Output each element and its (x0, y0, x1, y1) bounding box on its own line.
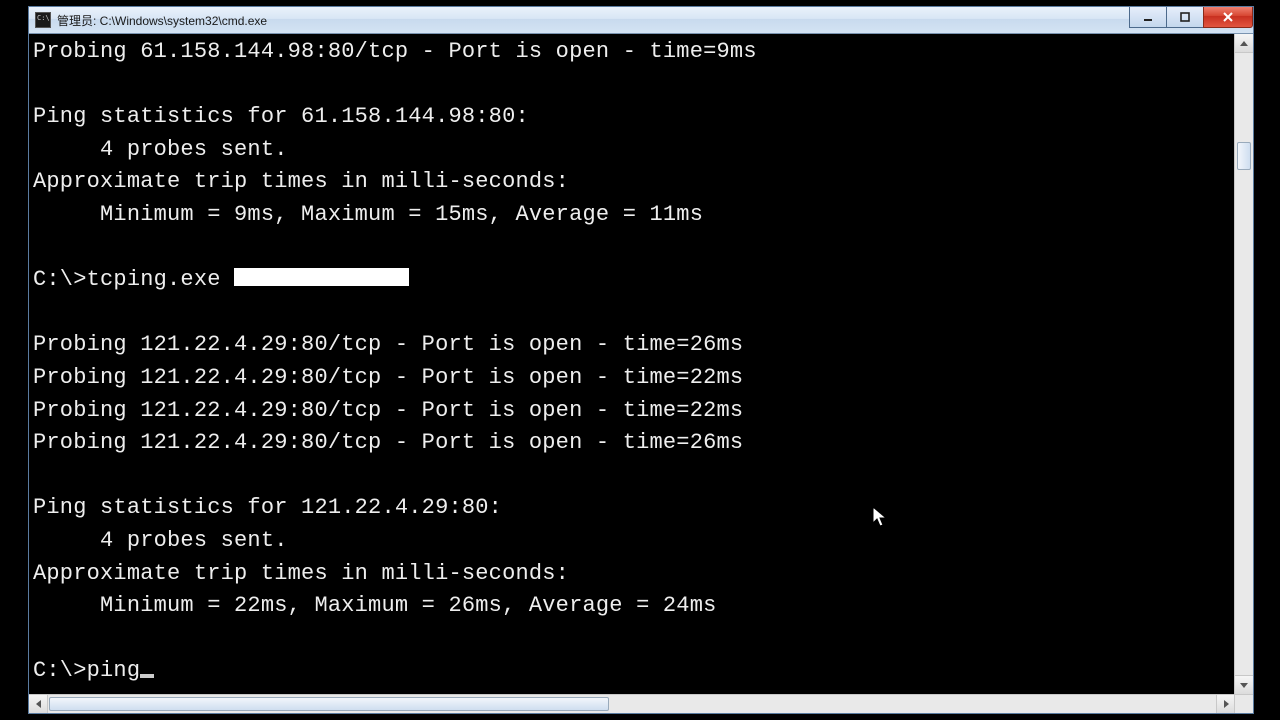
close-button[interactable] (1203, 7, 1253, 28)
prompt-line: C:\>ping (33, 658, 154, 683)
window-title: 管理员: C:\Windows\system32\cmd.exe (57, 12, 267, 29)
vertical-scrollbar[interactable] (1234, 34, 1253, 694)
line: Probing 61.158.144.98:80/tcp - Port is o… (33, 39, 757, 64)
scrollbar-corner (1234, 694, 1253, 713)
line: 4 probes sent. (33, 528, 288, 553)
cmd-window: 管理员: C:\Windows\system32\cmd.exe Probing… (28, 6, 1254, 714)
redacted-host (234, 268, 409, 286)
line: Probing 121.22.4.29:80/tcp - Port is ope… (33, 365, 743, 390)
line: Approximate trip times in milli-seconds: (33, 561, 569, 586)
vertical-scroll-thumb[interactable] (1237, 142, 1251, 170)
line: 4 probes sent. (33, 137, 288, 162)
scroll-right-button[interactable] (1216, 695, 1235, 713)
chevron-down-icon (1240, 683, 1248, 688)
line: Ping statistics for 121.22.4.29:80: (33, 495, 502, 520)
chevron-up-icon (1240, 41, 1248, 46)
horizontal-scrollbar[interactable] (29, 694, 1235, 713)
chevron-right-icon (1224, 700, 1229, 708)
minimize-button[interactable] (1129, 7, 1167, 28)
prompt-text: C:\>ping (33, 658, 140, 683)
line: Approximate trip times in milli-seconds: (33, 169, 569, 194)
scroll-up-button[interactable] (1235, 34, 1253, 53)
line: Probing 121.22.4.29:80/tcp - Port is ope… (33, 430, 743, 455)
maximize-icon (1180, 12, 1190, 22)
terminal-output[interactable]: Probing 61.158.144.98:80/tcp - Port is o… (29, 34, 1234, 694)
line: Ping statistics for 61.158.144.98:80: (33, 104, 529, 129)
horizontal-scroll-thumb[interactable] (49, 697, 609, 711)
window-buttons (1130, 7, 1253, 28)
line: Minimum = 9ms, Maximum = 15ms, Average =… (33, 202, 703, 227)
minimize-icon (1143, 12, 1153, 22)
cmd-icon (35, 12, 51, 28)
chevron-left-icon (36, 700, 41, 708)
console-area: Probing 61.158.144.98:80/tcp - Port is o… (29, 34, 1253, 694)
prompt-line: C:\>tcping.exe (33, 267, 409, 292)
line: Minimum = 22ms, Maximum = 26ms, Average … (33, 593, 717, 618)
maximize-button[interactable] (1166, 7, 1204, 28)
scroll-left-button[interactable] (29, 695, 48, 713)
line: Probing 121.22.4.29:80/tcp - Port is ope… (33, 332, 743, 357)
text-cursor (140, 674, 154, 678)
titlebar[interactable]: 管理员: C:\Windows\system32\cmd.exe (29, 7, 1253, 34)
close-icon (1222, 12, 1234, 22)
prompt-text: C:\>tcping.exe (33, 267, 234, 292)
line: Probing 121.22.4.29:80/tcp - Port is ope… (33, 398, 743, 423)
scroll-down-button[interactable] (1235, 675, 1253, 694)
